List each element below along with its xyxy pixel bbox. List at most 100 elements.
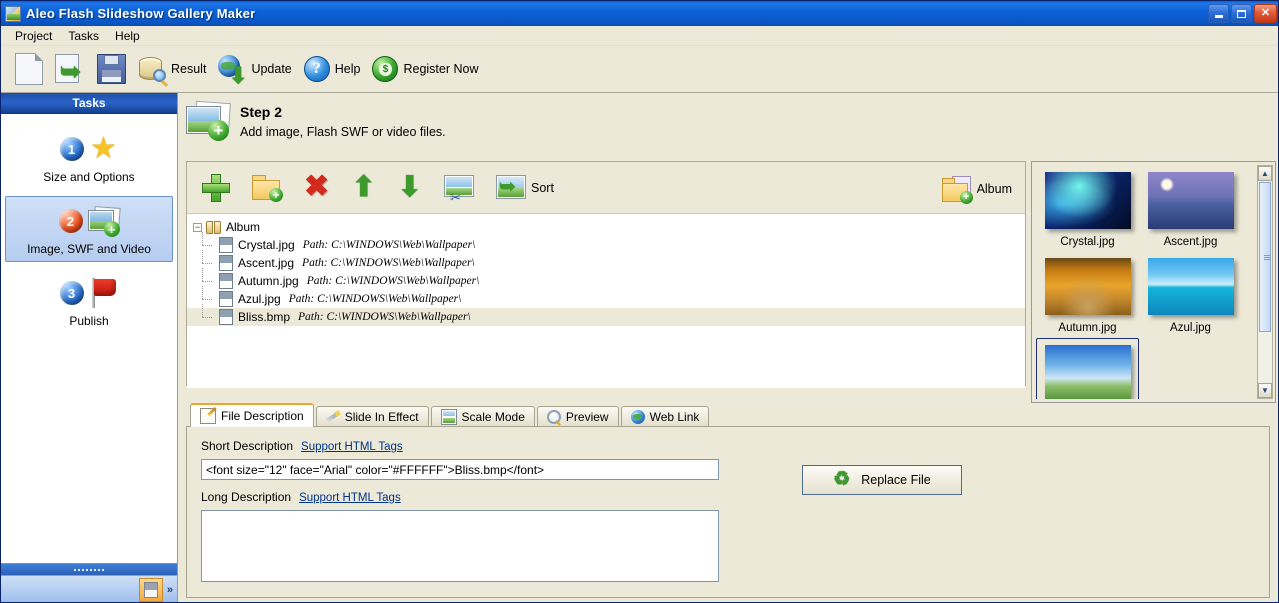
sort-image-icon: ➥: [496, 174, 526, 201]
delete-button[interactable]: ✖: [301, 169, 333, 204]
replace-file-button[interactable]: ♻ Replace File: [802, 465, 962, 495]
table-row[interactable]: Ascent.jpg Path: C:\WINDOWS\Web\Wallpape…: [187, 250, 1025, 272]
step-number-3: 3: [59, 281, 84, 305]
sidebar-item-label: Image, SWF and Video: [27, 242, 151, 256]
tab-label: Slide In Effect: [344, 410, 419, 424]
thumbnail-image[interactable]: [1044, 258, 1131, 315]
main-content: + Step 2 Add image, Flash SWF or video f…: [178, 93, 1278, 602]
tab-bar: File Description Slide In Effect Scale M…: [186, 403, 1270, 427]
album-button[interactable]: + Album: [939, 173, 1015, 205]
folder-album-add-icon: +: [941, 176, 973, 204]
file-tree[interactable]: − Album Crystal.jpg Path: C:\WINDOWS\Web…: [187, 214, 1025, 388]
scroll-down-button[interactable]: ▼: [1258, 383, 1272, 398]
delete-x-icon: ✖: [304, 169, 330, 203]
tree-root-row[interactable]: − Album: [187, 218, 1025, 236]
tab-slide-in-effect[interactable]: Slide In Effect: [315, 406, 429, 427]
file-name: Autumn.jpg: [238, 274, 299, 288]
tab-preview[interactable]: Preview: [536, 406, 619, 427]
tab-web-link[interactable]: Web Link: [620, 406, 710, 427]
file-icon: [219, 309, 233, 325]
update-button[interactable]: ⬇ Update: [212, 49, 297, 89]
plus-icon: [202, 173, 230, 202]
magic-wand-icon: [326, 410, 340, 424]
thumbnail-panel: Crystal.jpg Ascent.jpg Autumn.jpg Azul.j…: [1031, 161, 1276, 403]
sidebar-resize-grip[interactable]: [1, 563, 177, 575]
folder-add-icon: +: [252, 175, 283, 202]
file-description-panel: Short Description Support HTML Tags Long…: [186, 426, 1270, 598]
list-item-selected[interactable]: [1036, 338, 1139, 399]
add-folder-button[interactable]: +: [249, 172, 285, 203]
sidebar-item-image-swf-and-video[interactable]: 2 + Image, SWF and Video: [5, 196, 173, 262]
list-item[interactable]: Azul.jpg: [1139, 252, 1242, 338]
scrollbar-thumb[interactable]: [1259, 182, 1271, 332]
tree-indent: [193, 286, 219, 308]
scroll-up-button[interactable]: ▲: [1258, 166, 1272, 181]
long-support-html-tags-link[interactable]: Support HTML Tags: [299, 492, 401, 504]
list-item[interactable]: Crystal.jpg: [1036, 166, 1139, 252]
thumbnail-image[interactable]: [1044, 172, 1131, 229]
star-icon: ★: [90, 131, 117, 165]
table-row-selected[interactable]: Bliss.bmp Path: C:\WINDOWS\Web\Wallpaper…: [187, 304, 1025, 326]
short-description-row: Short Description Support HTML Tags: [187, 427, 1269, 480]
sidebar-task-list: 1 ★ Size and Options 2 + Image, SWF and …: [1, 114, 177, 334]
menu-item-project[interactable]: Project: [7, 27, 60, 45]
thumbnail-label: Ascent.jpg: [1163, 236, 1218, 248]
file-icon: [219, 291, 233, 307]
sort-button[interactable]: ➥ Sort: [493, 172, 557, 204]
thumbnail-image[interactable]: [1044, 345, 1131, 399]
update-globe-icon: ⬇: [218, 55, 247, 87]
tab-scale-mode[interactable]: Scale Mode: [430, 406, 535, 427]
long-description-textarea[interactable]: [201, 510, 719, 582]
add-image-large-icon: +: [186, 100, 231, 141]
tab-file-description[interactable]: File Description: [190, 403, 314, 427]
menu-item-tasks[interactable]: Tasks: [60, 27, 107, 45]
close-button[interactable]: ✕: [1254, 4, 1277, 23]
save-project-button[interactable]: [91, 49, 132, 89]
table-row[interactable]: Azul.jpg Path: C:\WINDOWS\Web\Wallpaper\: [187, 286, 1025, 308]
sidebar-item-label: Publish: [69, 314, 109, 328]
sidebar-item-label: Size and Options: [43, 170, 135, 184]
result-database-icon: [138, 55, 169, 87]
short-description-input[interactable]: [201, 459, 719, 480]
thumbnail-label: Crystal.jpg: [1060, 236, 1115, 248]
help-label: Help: [334, 62, 361, 76]
file-name: Ascent.jpg: [238, 256, 295, 270]
crop-image-button[interactable]: ✂: [441, 172, 477, 204]
sidebar-item-size-and-options[interactable]: 1 ★ Size and Options: [5, 124, 173, 190]
help-question-icon: ?: [303, 56, 330, 82]
tree-indent: [193, 304, 219, 326]
short-support-html-tags-link[interactable]: Support HTML Tags: [301, 441, 403, 453]
chevron-expand-icon[interactable]: »: [167, 584, 173, 595]
add-image-icon: +: [87, 206, 121, 237]
minimize-button[interactable]: [1208, 4, 1229, 23]
list-item[interactable]: Autumn.jpg: [1036, 252, 1139, 338]
document-icon[interactable]: [138, 578, 163, 602]
window-title: Aleo Flash Slideshow Gallery Maker: [26, 6, 256, 21]
help-button[interactable]: ? Help: [298, 49, 367, 89]
collapse-expander-icon[interactable]: −: [193, 222, 202, 232]
menu-item-help[interactable]: Help: [107, 27, 148, 45]
maximize-button[interactable]: [1231, 4, 1252, 23]
list-item[interactable]: Ascent.jpg: [1139, 166, 1242, 252]
sidebar-bottom: »: [1, 563, 177, 602]
register-now-button[interactable]: $ Register Now: [366, 49, 484, 89]
thumbnail-image[interactable]: [1147, 258, 1234, 315]
register-label: Register Now: [403, 62, 479, 76]
result-button[interactable]: Result: [132, 49, 212, 89]
new-project-button[interactable]: [9, 49, 49, 89]
thumbnail-image[interactable]: [1147, 172, 1234, 229]
add-file-button[interactable]: [199, 171, 233, 205]
file-list-toolbar: + ✖ ⬆ ⬇ ✂ ➥ Sort + Album: [187, 162, 1025, 214]
thumbnail-scrollbar[interactable]: ▲ ▼: [1257, 165, 1273, 399]
table-row[interactable]: Autumn.jpg Path: C:\WINDOWS\Web\Wallpape…: [187, 268, 1025, 290]
file-name: Azul.jpg: [238, 292, 281, 306]
update-label: Update: [251, 62, 292, 76]
tab-label: Web Link: [649, 410, 700, 424]
move-up-button[interactable]: ⬆: [349, 171, 379, 205]
step-title: Step 2: [240, 103, 283, 120]
sidebar-item-publish[interactable]: 3 Publish: [5, 268, 173, 334]
table-row[interactable]: Crystal.jpg Path: C:\WINDOWS\Web\Wallpap…: [187, 232, 1025, 254]
open-project-button[interactable]: ➥: [49, 49, 91, 89]
window-controls: ✕: [1208, 4, 1277, 23]
move-down-button[interactable]: ⬇: [395, 171, 425, 205]
